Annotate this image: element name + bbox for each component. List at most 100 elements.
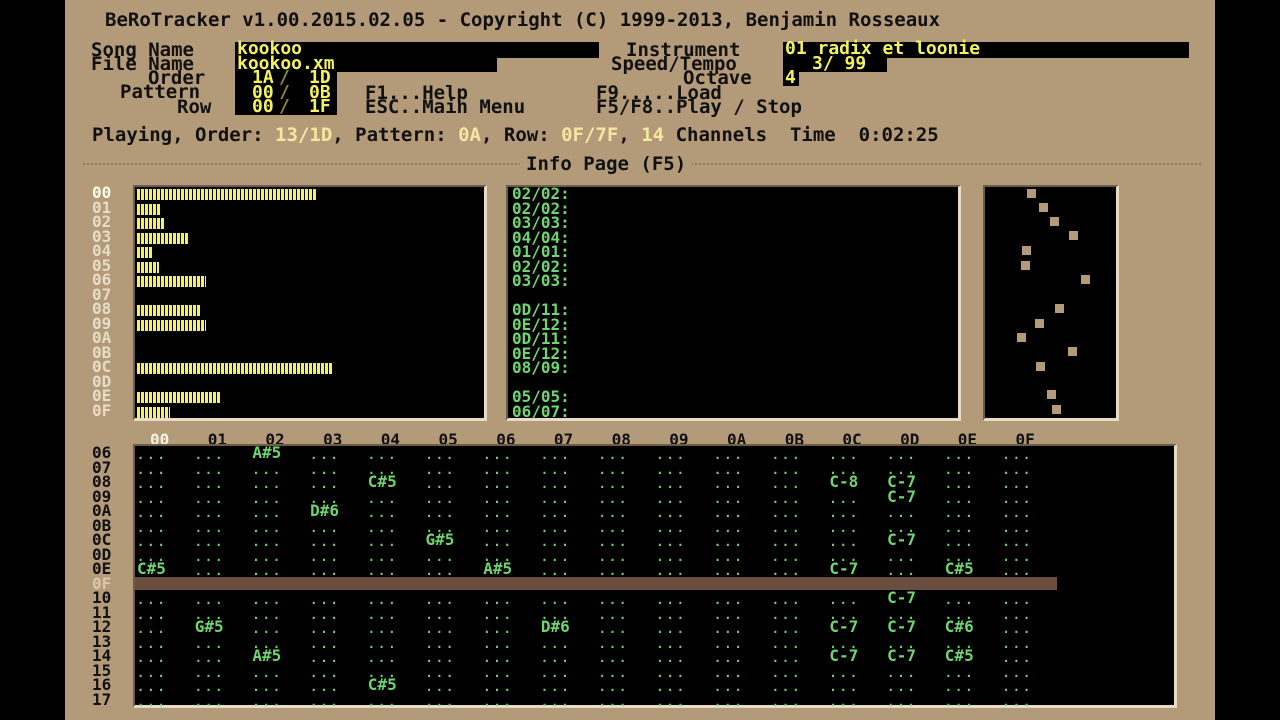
pattern-empty-cell[interactable]: ...	[541, 564, 572, 579]
pattern-empty-cell[interactable]: ...	[483, 521, 514, 536]
pattern-empty-cell[interactable]: ...	[483, 463, 514, 478]
pattern-empty-cell[interactable]: ...	[656, 622, 687, 637]
pattern-empty-cell[interactable]: ...	[599, 463, 630, 478]
pattern-empty-cell[interactable]: ...	[714, 651, 745, 666]
pattern-empty-cell[interactable]: ...	[368, 564, 399, 579]
pattern-empty-cell[interactable]: ...	[195, 695, 226, 710]
pattern-note[interactable]: C#5	[368, 677, 397, 693]
pattern-empty-cell[interactable]: ...	[714, 680, 745, 695]
pattern-empty-cell[interactable]: ...	[252, 463, 283, 478]
pattern-empty-cell[interactable]: ...	[541, 637, 572, 652]
pattern-empty-cell[interactable]: ...	[310, 622, 341, 637]
pattern-empty-cell[interactable]: ...	[829, 593, 860, 608]
pattern-empty-cell[interactable]: ...	[714, 521, 745, 536]
pattern-empty-cell[interactable]: ...	[310, 680, 341, 695]
pattern-empty-cell[interactable]: ...	[310, 593, 341, 608]
pattern-empty-cell[interactable]: ...	[252, 477, 283, 492]
pattern-empty-cell[interactable]: ...	[945, 680, 976, 695]
pattern-empty-cell[interactable]: ...	[714, 564, 745, 579]
pattern-empty-cell[interactable]: ...	[656, 463, 687, 478]
pattern-empty-cell[interactable]: ...	[656, 535, 687, 550]
pattern-empty-cell[interactable]: ...	[829, 666, 860, 681]
pattern-empty-cell[interactable]: ...	[483, 535, 514, 550]
pattern-empty-cell[interactable]: ...	[483, 506, 514, 521]
pattern-empty-cell[interactable]: ...	[137, 521, 168, 536]
pattern-empty-cell[interactable]: ...	[252, 695, 283, 710]
pattern-empty-cell[interactable]: ...	[195, 535, 226, 550]
pattern-empty-cell[interactable]: ...	[541, 506, 572, 521]
pattern-empty-cell[interactable]: ...	[599, 622, 630, 637]
channel-label[interactable]: 0F	[92, 402, 111, 419]
pattern-empty-cell[interactable]: ...	[252, 666, 283, 681]
pattern-empty-cell[interactable]: ...	[945, 535, 976, 550]
pattern-empty-cell[interactable]: ...	[426, 448, 457, 463]
pattern-empty-cell[interactable]: ...	[195, 564, 226, 579]
pattern-empty-cell[interactable]: ...	[656, 448, 687, 463]
pattern-empty-cell[interactable]: ...	[887, 695, 918, 710]
pattern-empty-cell[interactable]: ...	[137, 666, 168, 681]
pattern-empty-cell[interactable]: ...	[599, 564, 630, 579]
pattern-empty-cell[interactable]: ...	[541, 521, 572, 536]
pattern-editor[interactable]: ...... A#5...............................…	[133, 444, 1177, 710]
pattern-note[interactable]: C#5	[137, 561, 166, 577]
pattern-empty-cell[interactable]: ...	[195, 680, 226, 695]
pattern-empty-cell[interactable]: ...	[714, 535, 745, 550]
pattern-empty-cell[interactable]: ...	[887, 506, 918, 521]
pattern-empty-cell[interactable]: ...	[599, 550, 630, 565]
pattern-empty-cell[interactable]: ...	[599, 448, 630, 463]
pattern-empty-cell[interactable]: ...	[599, 477, 630, 492]
pattern-empty-cell[interactable]: ...	[714, 492, 745, 507]
pattern-empty-cell[interactable]: ...	[714, 506, 745, 521]
pattern-empty-cell[interactable]: ...	[829, 492, 860, 507]
pattern-empty-cell[interactable]: ...	[772, 550, 803, 565]
pattern-note[interactable]: C-7	[887, 532, 916, 548]
pattern-empty-cell[interactable]: ...	[656, 550, 687, 565]
pattern-empty-cell[interactable]: ...	[599, 666, 630, 681]
pattern-empty-cell[interactable]: ...	[1003, 651, 1034, 666]
pattern-empty-cell[interactable]: ...	[1003, 492, 1034, 507]
pattern-empty-cell[interactable]: ...	[426, 651, 457, 666]
pattern-empty-cell[interactable]: ...	[310, 521, 341, 536]
pattern-empty-cell[interactable]: ...	[829, 680, 860, 695]
pattern-empty-cell[interactable]: ...	[772, 448, 803, 463]
pattern-empty-cell[interactable]: ...	[829, 448, 860, 463]
pattern-empty-cell[interactable]: ...	[483, 680, 514, 695]
pattern-empty-cell[interactable]: ...	[1003, 666, 1034, 681]
pattern-empty-cell[interactable]: ...	[137, 695, 168, 710]
pattern-note[interactable]: C#6	[945, 619, 974, 635]
pattern-empty-cell[interactable]: ...	[714, 448, 745, 463]
pattern-empty-cell[interactable]: ...	[656, 521, 687, 536]
pattern-empty-cell[interactable]: ...	[483, 637, 514, 652]
pattern-empty-cell[interactable]: ...	[310, 608, 341, 623]
pattern-empty-cell[interactable]: ...	[368, 521, 399, 536]
pattern-empty-cell[interactable]: ...	[310, 695, 341, 710]
pattern-empty-cell[interactable]: ...	[195, 651, 226, 666]
pattern-empty-cell[interactable]: ...	[656, 564, 687, 579]
pattern-empty-cell[interactable]: ...	[252, 492, 283, 507]
pattern-empty-cell[interactable]: ...	[195, 550, 226, 565]
pattern-empty-cell[interactable]: ...	[252, 535, 283, 550]
pattern-empty-cell[interactable]: ...	[541, 695, 572, 710]
pattern-empty-cell[interactable]: ...	[772, 695, 803, 710]
pattern-empty-cell[interactable]: ...	[945, 695, 976, 710]
pattern-note[interactable]: G#5	[195, 619, 224, 635]
pattern-empty-cell[interactable]: ...	[1003, 608, 1034, 623]
pattern-empty-cell[interactable]: ...	[368, 622, 399, 637]
pattern-empty-cell[interactable]: ...	[368, 651, 399, 666]
pattern-empty-cell[interactable]: ...	[945, 477, 976, 492]
pattern-empty-cell[interactable]: ...	[714, 593, 745, 608]
pattern-note[interactable]: C-7	[829, 648, 858, 664]
pattern-empty-cell[interactable]: ...	[368, 608, 399, 623]
pattern-note[interactable]: C-7	[887, 619, 916, 635]
pattern-empty-cell[interactable]: ...	[195, 506, 226, 521]
pattern-empty-cell[interactable]: ...	[714, 550, 745, 565]
pattern-empty-cell[interactable]: ...	[945, 521, 976, 536]
pattern-empty-cell[interactable]: ...	[137, 593, 168, 608]
pattern-empty-cell[interactable]: ...	[1003, 680, 1034, 695]
pattern-empty-cell[interactable]: ...	[599, 680, 630, 695]
pattern-empty-cell[interactable]: ...	[541, 680, 572, 695]
play-stop-shortcut[interactable]: F5/F8..Play / Stop	[596, 98, 802, 117]
pattern-empty-cell[interactable]: ...	[310, 448, 341, 463]
pattern-empty-cell[interactable]: ...	[1003, 593, 1034, 608]
pattern-empty-cell[interactable]: ...	[137, 680, 168, 695]
